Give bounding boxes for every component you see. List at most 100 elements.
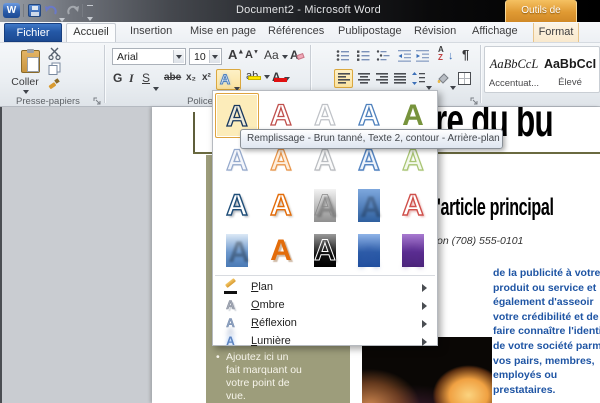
menu-item-plan[interactable]: Plan bbox=[215, 279, 435, 296]
paragraph-dialog-launcher[interactable] bbox=[470, 97, 479, 106]
underline-caret[interactable] bbox=[153, 78, 159, 96]
style-label: Accentuat... bbox=[487, 78, 541, 89]
align-right-button[interactable] bbox=[376, 73, 388, 84]
contextual-tab-group-header: Outils de dessin bbox=[505, 0, 577, 22]
tab-revision[interactable]: Révision bbox=[414, 25, 456, 37]
tab-references[interactable]: Références bbox=[268, 25, 324, 37]
texteffect-tile[interactable]: A bbox=[303, 228, 347, 273]
save-icon[interactable] bbox=[28, 4, 41, 17]
font-name-value: Arial bbox=[117, 51, 138, 63]
shading-bucket-icon[interactable] bbox=[436, 71, 450, 85]
group-divider bbox=[480, 45, 481, 103]
texteffect-tile[interactable]: A bbox=[391, 183, 435, 228]
texteffect-tile[interactable]: A bbox=[303, 183, 347, 228]
sort-button[interactable]: AZ bbox=[438, 46, 444, 62]
superscript-button[interactable]: x² bbox=[202, 72, 211, 83]
change-case-button[interactable]: Aa bbox=[264, 48, 288, 62]
cut-icon[interactable] bbox=[48, 47, 61, 60]
tab-insertion[interactable]: Insertion bbox=[130, 25, 172, 37]
strikethrough-button[interactable]: abe bbox=[164, 72, 181, 83]
multilevel-list-button[interactable] bbox=[376, 49, 392, 62]
menu-item-ombre[interactable]: A Ombre bbox=[215, 297, 435, 314]
style-preview: AaBbCcL bbox=[487, 57, 541, 72]
shrink-font-button[interactable]: A▼ bbox=[245, 49, 259, 61]
line-spacing-button[interactable] bbox=[412, 72, 425, 85]
paste-button[interactable]: Coller bbox=[6, 46, 44, 96]
article-heading[interactable]: 'article principal bbox=[437, 194, 554, 222]
texteffect-tile[interactable]: A bbox=[259, 228, 303, 273]
subscript-button[interactable]: x₂ bbox=[186, 72, 196, 83]
masthead-box-border bbox=[193, 112, 195, 154]
bullet-glyph: • bbox=[216, 351, 220, 364]
texteffect-tile[interactable]: A bbox=[347, 228, 391, 273]
window-title: Document2 - Microsoft Word bbox=[236, 4, 381, 16]
underline-button[interactable]: S bbox=[142, 71, 150, 85]
font-name-caret[interactable] bbox=[173, 50, 184, 63]
clipboard-dialog-launcher[interactable] bbox=[93, 97, 102, 106]
paste-label: Coller bbox=[6, 76, 44, 88]
submenu-arrow-icon bbox=[422, 338, 427, 346]
submenu-arrow-icon bbox=[422, 284, 427, 292]
tab-format[interactable]: Format bbox=[533, 23, 579, 42]
word-logo-icon: W bbox=[3, 3, 20, 18]
tab-accueil[interactable]: Accueil bbox=[66, 23, 116, 42]
title-bar: W Document2 - Microsoft Word Outils de d… bbox=[0, 0, 600, 22]
font-size-combo[interactable]: 10 bbox=[189, 48, 222, 65]
texteffect-tile[interactable]: A bbox=[259, 183, 303, 228]
paste-caret bbox=[23, 90, 29, 94]
clear-formatting-button[interactable]: A bbox=[290, 48, 299, 62]
texteffect-tile[interactable]: A bbox=[215, 228, 259, 273]
sort-arrow: ↓ bbox=[448, 50, 454, 62]
font-size-caret[interactable] bbox=[209, 50, 220, 63]
highlight-button[interactable]: ab bbox=[246, 70, 270, 82]
tab-affichage[interactable]: Affichage bbox=[472, 25, 518, 37]
shadow-icon: A bbox=[223, 298, 238, 313]
pilcrow-button[interactable]: ¶ bbox=[462, 47, 469, 62]
bullets-button[interactable] bbox=[336, 49, 351, 62]
styles-gallery: AaBbCcL Accentuat... AaBbCcI Élevé bbox=[484, 46, 600, 93]
window-left-edge bbox=[0, 107, 2, 403]
font-color-button[interactable]: A bbox=[272, 70, 290, 84]
submenu-arrow-icon bbox=[422, 302, 427, 310]
menu-item-lumiere[interactable]: A Lumière bbox=[215, 333, 435, 350]
borders-button[interactable] bbox=[458, 72, 471, 85]
shading-caret[interactable] bbox=[450, 77, 456, 95]
submenu-arrow-icon bbox=[422, 320, 427, 328]
grow-font-button[interactable]: A▲ bbox=[228, 47, 244, 62]
text-effects-gallery: A A A A A A A A A A A A A A A A A A A A bbox=[215, 93, 435, 273]
texteffect-tile[interactable]: A bbox=[347, 183, 391, 228]
font-size-value: 10 bbox=[194, 51, 206, 63]
align-center-button[interactable] bbox=[358, 73, 370, 84]
style-eleve[interactable]: AaBbCcI Élevé bbox=[543, 49, 597, 91]
text-effects-letter: A bbox=[220, 71, 230, 87]
italic-button[interactable]: I bbox=[129, 71, 134, 86]
format-painter-icon[interactable] bbox=[48, 77, 61, 90]
texteffect-tile[interactable]: A bbox=[215, 183, 259, 228]
align-left-button[interactable] bbox=[334, 69, 353, 88]
tab-publipostage[interactable]: Publipostage bbox=[338, 25, 402, 37]
numbering-button[interactable] bbox=[356, 49, 371, 62]
copy-icon[interactable] bbox=[48, 62, 61, 75]
style-accentuation[interactable]: AaBbCcL Accentuat... bbox=[487, 49, 541, 91]
texteffect-tile[interactable]: A bbox=[391, 228, 435, 273]
text-effects-button[interactable]: A bbox=[216, 69, 241, 90]
glow-icon: A bbox=[223, 334, 238, 349]
sidebar-bullet-item[interactable]: • Ajoutez ici un fait marquant ou votre … bbox=[216, 351, 316, 403]
style-label: Élevé bbox=[543, 77, 597, 88]
font-name-combo[interactable]: Arial bbox=[112, 48, 186, 65]
increase-indent-button[interactable] bbox=[416, 49, 430, 62]
decrease-indent-button[interactable] bbox=[398, 49, 412, 62]
bold-button[interactable]: G bbox=[113, 71, 122, 85]
article-body-text[interactable]: de la publicité à votreproduit ou servic… bbox=[493, 266, 600, 397]
tab-mise-en-page[interactable]: Mise en page bbox=[190, 25, 256, 37]
redo-icon[interactable] bbox=[66, 4, 80, 17]
outline-icon bbox=[223, 280, 238, 295]
clipboard-icon bbox=[21, 50, 40, 73]
tab-fichier[interactable]: Fichier bbox=[4, 23, 62, 42]
style-preview: AaBbCcI bbox=[543, 57, 597, 71]
undo-icon[interactable] bbox=[44, 4, 58, 17]
justify-button[interactable] bbox=[394, 73, 406, 84]
menu-item-reflexion[interactable]: A Réflexion bbox=[215, 315, 435, 332]
phone-line[interactable]: on (708) 555-0101 bbox=[437, 235, 523, 247]
clipboard-group-label: Presse-papiers bbox=[0, 96, 96, 107]
